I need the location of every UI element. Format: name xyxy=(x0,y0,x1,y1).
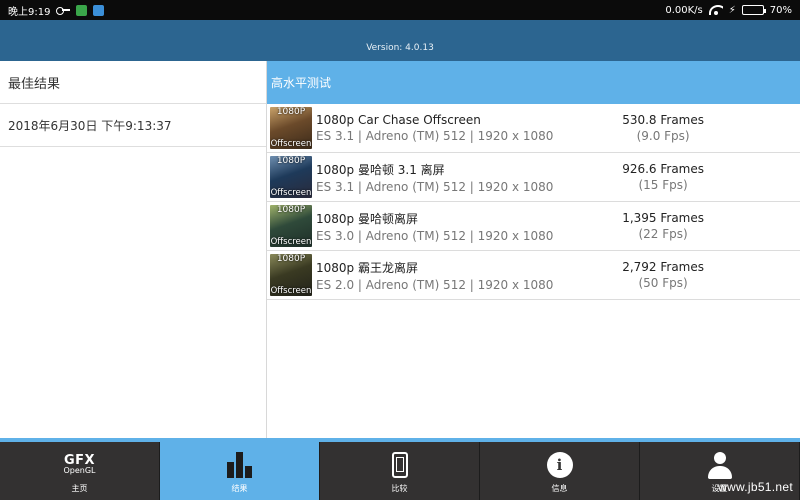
app-header: Version: 4.0.13 xyxy=(0,20,800,61)
result-row[interactable]: 1080P Offscreen 1080p 曼哈顿离屏 ES 3.0 | Adr… xyxy=(267,202,800,251)
best-results-title: 最佳结果 xyxy=(0,61,266,104)
test-thumbnail: 1080P Offscreen xyxy=(270,156,312,198)
test-name: 1080p 曼哈顿离屏 xyxy=(316,211,418,226)
nav-home[interactable]: GFX OpenGL 主页 xyxy=(0,442,160,500)
status-time: 晚上9:19 xyxy=(8,6,51,18)
nav-settings[interactable]: 设置 www.jb51.net xyxy=(640,442,800,500)
user-icon xyxy=(707,452,733,480)
test-details: ES 3.1 | Adreno (TM) 512 | 1920 x 1080 xyxy=(316,129,554,143)
test-fps: (9.0 Fps) xyxy=(636,129,690,143)
bottom-nav: GFX OpenGL 主页 结果 比较 i 信息 设置 www.jb51.net xyxy=(0,442,800,500)
nav-home-label: 主页 xyxy=(71,484,88,493)
bar-chart-icon xyxy=(226,452,253,478)
result-row[interactable]: 1080P Offscreen 1080p 霸王龙离屏 ES 2.0 | Adr… xyxy=(267,251,800,300)
app-notification-icon xyxy=(76,4,88,16)
nav-compare[interactable]: 比较 xyxy=(320,442,480,500)
test-fps: (50 Fps) xyxy=(638,276,688,290)
thumbnail-mode: Offscreen xyxy=(270,286,312,296)
thumbnail-resolution: 1080P xyxy=(276,254,306,264)
gfx-logo-subtext: OpenGL xyxy=(63,466,96,475)
version-label: Version: 4.0.13 xyxy=(366,43,434,53)
test-name: 1080p 霸王龙离屏 xyxy=(316,260,418,275)
thumbnail-resolution: 1080P xyxy=(276,107,306,117)
nav-info[interactable]: i 信息 xyxy=(480,442,640,500)
test-name: 1080p Car Chase Offscreen xyxy=(316,113,481,127)
test-details: ES 3.1 | Adreno (TM) 512 | 1920 x 1080 xyxy=(316,179,554,194)
watermark: www.jb51.net xyxy=(718,480,793,494)
battery-icon xyxy=(741,5,766,15)
gfx-logo-icon: GFX OpenGL xyxy=(63,454,95,475)
test-fps: (22 Fps) xyxy=(638,227,688,241)
result-row[interactable]: 1080P Offscreen 1080p Car Chase Offscree… xyxy=(267,104,800,153)
thumbnail-mode: Offscreen xyxy=(270,188,312,198)
thumbnail-mode: Offscreen xyxy=(270,139,312,149)
test-frames: 530.8 Frames xyxy=(622,113,704,127)
test-thumbnail: 1080P Offscreen xyxy=(270,205,312,247)
test-details: ES 2.0 | Adreno (TM) 512 | 1920 x 1080 xyxy=(316,277,554,292)
thumbnail-resolution: 1080P xyxy=(276,156,306,166)
battery-percent: 70% xyxy=(769,4,792,16)
key-icon xyxy=(56,7,71,15)
nav-compare-label: 比较 xyxy=(391,484,408,493)
status-bar: 晚上9:19 0.00K/s ⚡ 70% xyxy=(0,0,800,20)
test-frames: 2,792 Frames xyxy=(622,260,704,274)
info-icon: i xyxy=(546,452,573,478)
results-section-title: 高水平测试 xyxy=(267,61,800,104)
thumbnail-resolution: 1080P xyxy=(276,205,306,215)
test-frames: 1,395 Frames xyxy=(622,211,704,225)
test-name: 1080p 曼哈顿 3.1 离屏 xyxy=(316,162,445,177)
test-details: ES 3.0 | Adreno (TM) 512 | 1920 x 1080 xyxy=(316,228,554,243)
test-thumbnail: 1080P Offscreen xyxy=(270,107,312,149)
wifi-icon xyxy=(708,5,723,15)
result-date-item[interactable]: 2018年6月30日 下午9:13:37 xyxy=(0,104,266,147)
nav-results-label: 结果 xyxy=(231,484,248,493)
nav-info-label: 信息 xyxy=(551,484,568,493)
thumbnail-mode: Offscreen xyxy=(270,237,312,247)
network-speed: 0.00K/s xyxy=(665,4,703,16)
telegram-icon xyxy=(93,4,105,16)
test-frames: 926.6 Frames xyxy=(622,162,704,176)
test-thumbnail: 1080P Offscreen xyxy=(270,254,312,296)
test-fps: (15 Fps) xyxy=(638,178,688,192)
charging-icon: ⚡ xyxy=(728,4,736,16)
result-row[interactable]: 1080P Offscreen 1080p 曼哈顿 3.1 离屏 ES 3.1 … xyxy=(267,153,800,202)
left-panel: 最佳结果 2018年6月30日 下午9:13:37 xyxy=(0,61,267,438)
nav-results[interactable]: 结果 xyxy=(160,442,320,500)
results-panel: 高水平测试 1080P Offscreen 1080p Car Chase Of… xyxy=(267,61,800,438)
phone-icon xyxy=(391,452,408,478)
